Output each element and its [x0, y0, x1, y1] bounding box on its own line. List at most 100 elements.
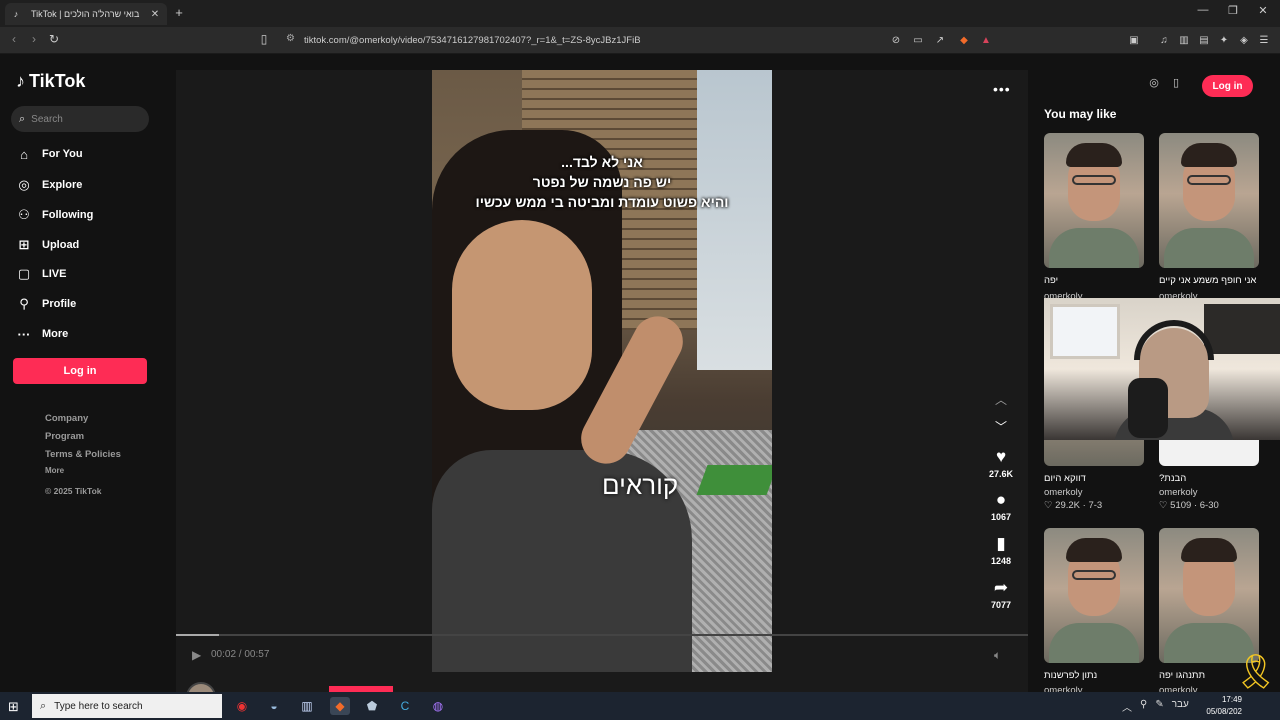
video-thumbnail[interactable] — [1159, 528, 1259, 663]
minimize-icon[interactable]: — — [1188, 4, 1218, 16]
media-icon[interactable]: ♫ — [1156, 33, 1172, 49]
share-action[interactable]: ➦ 7077 — [985, 578, 1017, 610]
close-tab-icon[interactable]: ✕ — [149, 9, 161, 20]
microphone-icon[interactable]: ⚲ — [1140, 699, 1147, 714]
video-title[interactable]: דווקא היום — [1044, 473, 1144, 484]
sidebar-toggle-icon[interactable]: ▣ — [1126, 33, 1142, 49]
nav-for-you[interactable]: ⌂ For You — [14, 143, 82, 165]
search-placeholder: Search — [31, 113, 63, 125]
recommended-video-card[interactable]: יפה omerkoly — [1044, 133, 1144, 302]
nav-upload[interactable]: ⊞ Upload — [14, 234, 80, 256]
recommended-video-card[interactable]: נתון לפרשנות omerkoly — [1044, 528, 1144, 696]
tiktok-logo[interactable]: ♪ TikTok — [16, 71, 85, 92]
video-user[interactable]: omerkoly — [1159, 487, 1259, 498]
no-translate-icon[interactable]: ⊘ — [888, 33, 904, 49]
top-right-tools: ◎ ▯ — [1148, 76, 1182, 89]
video-overlay-word: קוראים — [602, 470, 679, 500]
rewards-icon[interactable]: ▲ — [978, 33, 994, 49]
video-player[interactable]: אני לא לבד... יש פה נשמה של נפטר והיא פש… — [432, 70, 772, 672]
pen-icon[interactable]: ✎ — [1155, 699, 1163, 714]
comment-action[interactable]: ● 1067 — [985, 490, 1017, 522]
next-video-icon[interactable]: ﹀ — [992, 418, 1010, 435]
video-title[interactable]: נתון לפרשנות — [1044, 670, 1144, 681]
login-button-sidebar[interactable]: Log in — [13, 358, 147, 384]
taskbar-search-placeholder: Type here to search — [54, 700, 143, 712]
tiktok-favicon-icon: ♪ — [13, 9, 19, 19]
home-icon: ⌂ — [20, 146, 28, 162]
video-thumbnail[interactable] — [1044, 528, 1144, 663]
browser-tab[interactable]: ♪ TikTok | בואי שרהל'ה הולכים ✕ — [5, 3, 167, 25]
wallet-icon[interactable]: ▤ — [1196, 33, 1212, 49]
person-icon: ⚲ — [19, 296, 29, 311]
cast-icon[interactable]: ▭ — [910, 33, 926, 49]
nav-profile[interactable]: ⚲ Profile — [14, 293, 76, 315]
search-input[interactable]: ⌕ Search — [11, 106, 149, 132]
language-indicator[interactable]: עבר — [1172, 699, 1189, 714]
messenger-icon[interactable]: ◍ — [428, 697, 448, 715]
vpn-icon[interactable]: ◈ — [1236, 33, 1252, 49]
left-sidebar: ♪ TikTok ⌕ Search ⌂ For You ◎ Explore ⚇ … — [0, 54, 176, 692]
reading-icon[interactable]: ▥ — [1176, 33, 1192, 49]
comment-icon: ● — [995, 490, 1007, 509]
obs-icon[interactable]: ◉ — [232, 697, 252, 715]
restore-icon[interactable]: ❐ — [1218, 4, 1248, 17]
close-window-icon[interactable]: ✕ — [1248, 4, 1278, 17]
browser-tab-bar: ♪ TikTok | בואי שרהל'ה הולכים ✕ + — ❐ ✕ — [0, 0, 1280, 27]
heart-icon: ♥ — [995, 447, 1007, 466]
nav-more[interactable]: ··· More — [14, 323, 69, 345]
reload-icon[interactable]: ↻ — [46, 32, 62, 46]
tray-chevron-icon[interactable]: ︿ — [1122, 699, 1132, 714]
play-icon[interactable]: ▶ — [192, 648, 201, 662]
nav-explore[interactable]: ◎ Explore — [14, 174, 82, 196]
leo-ai-icon[interactable]: ✦ — [1216, 33, 1232, 49]
footer-company[interactable]: Company — [45, 413, 88, 424]
video-title[interactable]: אני חופף משמע אני קיים — [1159, 275, 1259, 286]
footer-program[interactable]: Program — [45, 431, 84, 442]
save-action[interactable]: ▮ 1248 — [985, 534, 1017, 566]
volume-icon[interactable]: 🔈︎ — [994, 648, 1001, 663]
app-icon[interactable]: ▥ — [297, 697, 317, 715]
brave-browser-icon[interactable]: ◆ — [330, 697, 350, 715]
steam-icon[interactable]: ◒ — [264, 697, 284, 715]
site-info-icon[interactable]: ⚙ — [286, 33, 295, 44]
phone-icon[interactable]: ▯ — [1170, 76, 1182, 89]
shield-app-icon[interactable]: ⬟ — [362, 697, 382, 715]
more-options-icon[interactable]: ••• — [993, 81, 1011, 97]
new-tab-button[interactable]: + — [172, 5, 186, 20]
video-thumbnail[interactable] — [1159, 133, 1259, 268]
recommended-video-card[interactable]: אני חופף משמע אני קיים omerkoly — [1159, 133, 1259, 302]
forward-icon[interactable]: › — [26, 32, 42, 46]
bookmark-icon[interactable]: ▯ — [256, 32, 272, 46]
nav-following[interactable]: ⚇ Following — [14, 204, 93, 226]
video-progress-bar[interactable] — [176, 634, 1028, 636]
brave-shield-icon[interactable]: ◆ — [956, 33, 972, 49]
save-count: 1248 — [990, 556, 1012, 566]
footer-terms[interactable]: Terms & Policies — [45, 449, 121, 460]
compass-small-icon[interactable]: ◎ — [1148, 76, 1160, 89]
like-action[interactable]: ♥ 27.6K — [985, 447, 1017, 479]
previous-video-icon[interactable]: ︿ — [992, 391, 1010, 408]
windows-start-icon[interactable]: ⊞ — [8, 699, 19, 715]
live-tv-icon: ▢ — [17, 266, 31, 281]
video-caption-line-2: יש פה נשמה של נפטר — [532, 174, 672, 190]
footer-more[interactable]: More — [45, 466, 64, 475]
video-thumbnail[interactable] — [1044, 133, 1144, 268]
video-user[interactable]: omerkoly — [1044, 487, 1144, 498]
people-icon: ⚇ — [18, 207, 30, 222]
c-app-icon[interactable]: C — [395, 697, 415, 715]
tiktok-page: ♪ TikTok ⌕ Search ⌂ For You ◎ Explore ⚇ … — [0, 54, 1280, 712]
video-caption-line-3: והיא פשוט עומדת ומביטה בי ממש עכשיו — [475, 194, 729, 210]
video-title[interactable]: הבנת? — [1159, 473, 1259, 484]
video-title[interactable]: יפה — [1044, 275, 1144, 286]
tiktok-logo-icon: ♪ — [16, 71, 25, 91]
search-icon: ⌕ — [19, 112, 26, 125]
login-button-top[interactable]: Log in — [1202, 75, 1253, 97]
taskbar-clock[interactable]: 17:49 05/08/202 — [1200, 694, 1242, 718]
taskbar-search-input[interactable]: ⌕ Type here to search — [32, 694, 222, 718]
heart-outline-icon: ♡ — [1044, 500, 1053, 511]
nav-live[interactable]: ▢ LIVE — [14, 263, 67, 285]
back-icon[interactable]: ‹ — [6, 32, 22, 46]
menu-icon[interactable]: ☰ — [1256, 33, 1272, 49]
share-icon[interactable]: ↗ — [932, 33, 948, 49]
dots-icon: ··· — [17, 326, 31, 342]
